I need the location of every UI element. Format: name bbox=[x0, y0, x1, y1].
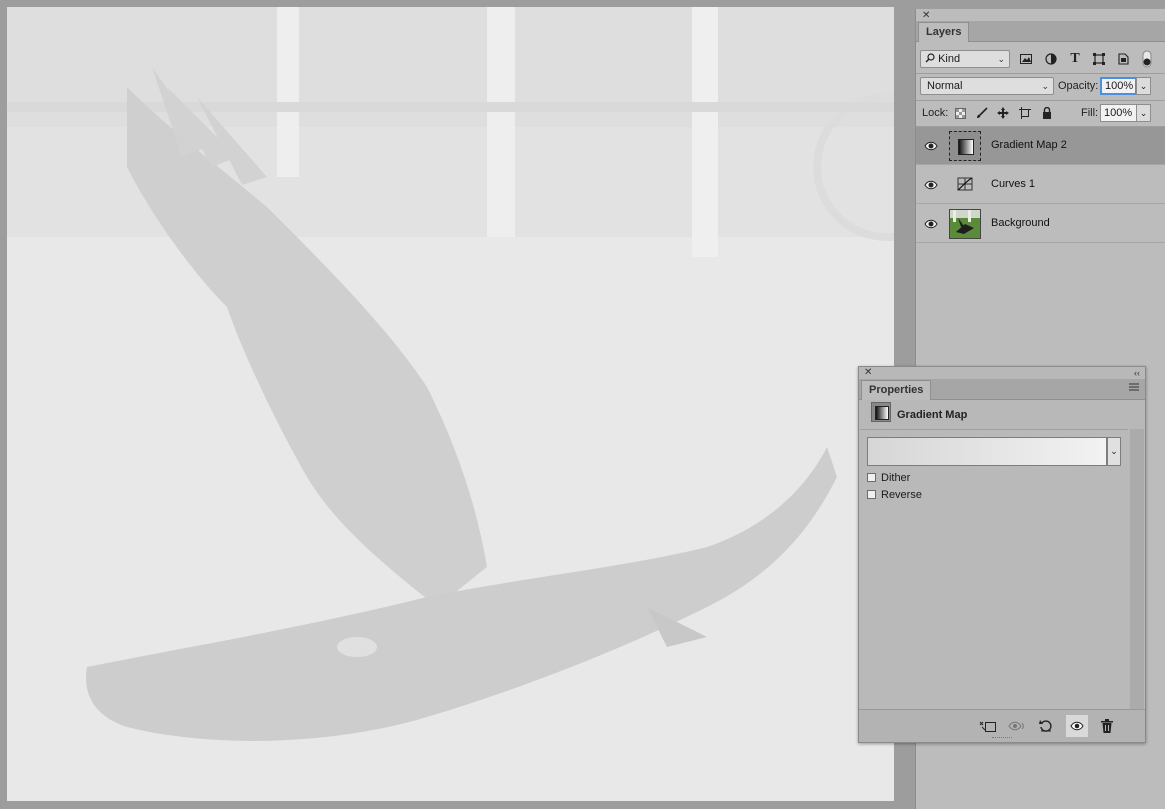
lock-transparent-pixels-icon[interactable] bbox=[951, 104, 969, 122]
shape-filter-icon[interactable] bbox=[1090, 50, 1108, 68]
properties-panel: ✕ ‹‹ Properties Gradient Map ⌄ Dither Re… bbox=[858, 366, 1146, 743]
lock-all-icon[interactable] bbox=[1038, 104, 1056, 122]
eye-icon[interactable] bbox=[924, 139, 938, 153]
curves-thumbnail bbox=[949, 170, 981, 200]
visibility-icon[interactable] bbox=[1066, 715, 1088, 737]
layer-filter-kind-select[interactable]: Kind ⌄ bbox=[920, 50, 1010, 68]
view-previous-state-icon[interactable] bbox=[1006, 715, 1028, 737]
reverse-label: Reverse bbox=[881, 489, 922, 501]
tab-properties[interactable]: Properties bbox=[861, 380, 932, 400]
type-filter-icon[interactable]: T bbox=[1066, 50, 1084, 68]
layer-name: Background bbox=[991, 217, 1050, 229]
clip-to-layer-icon[interactable] bbox=[977, 715, 999, 737]
properties-tabbar: Properties bbox=[859, 379, 1145, 400]
panel-menu-icon[interactable] bbox=[1129, 383, 1139, 391]
divider bbox=[916, 100, 1165, 101]
collapse-panel-icon[interactable]: ‹‹ bbox=[1134, 368, 1140, 378]
gradient-map-thumbnail bbox=[949, 131, 981, 161]
opacity-label: Opacity: bbox=[1058, 80, 1099, 92]
layer-name: Curves 1 bbox=[991, 178, 1036, 190]
layer-row-gradient-map[interactable]: Gradient Map 2 bbox=[916, 127, 1165, 165]
lock-label: Lock: bbox=[922, 107, 949, 119]
blend-mode-select[interactable]: Normal ⌄ bbox=[920, 77, 1054, 95]
opacity-input[interactable]: 100% bbox=[1100, 77, 1137, 95]
dither-label: Dither bbox=[881, 472, 911, 484]
close-panel-icon[interactable]: ✕ bbox=[864, 368, 872, 378]
chevron-down-icon: ⌄ bbox=[997, 54, 1005, 64]
properties-scrollbar[interactable] bbox=[1130, 429, 1144, 709]
gradient-map-icon bbox=[958, 139, 974, 155]
eye-icon[interactable] bbox=[924, 217, 938, 231]
tab-layers[interactable]: Layers bbox=[918, 22, 970, 42]
fill-label: Fill: bbox=[1081, 107, 1099, 119]
fill-slider-button[interactable]: ⌄ bbox=[1136, 104, 1151, 122]
dither-checkbox[interactable] bbox=[867, 473, 876, 482]
resize-grip[interactable] bbox=[992, 737, 1012, 741]
image-filter-icon[interactable] bbox=[1017, 50, 1035, 68]
blend-mode-value: Normal bbox=[927, 80, 963, 92]
reverse-checkbox[interactable] bbox=[867, 490, 876, 499]
layer-name: Gradient Map 2 bbox=[991, 139, 1067, 151]
filter-toggle-icon[interactable] bbox=[1138, 50, 1156, 68]
adjustment-filter-icon[interactable] bbox=[1042, 50, 1060, 68]
layer-row-curves[interactable]: Curves 1 bbox=[916, 166, 1165, 204]
fill-input[interactable]: 100% bbox=[1100, 104, 1137, 122]
smart-object-filter-icon[interactable] bbox=[1114, 50, 1132, 68]
reset-icon[interactable] bbox=[1035, 715, 1057, 737]
eye-icon[interactable] bbox=[924, 178, 938, 192]
search-icon bbox=[925, 53, 935, 63]
filter-kind-label: Kind bbox=[938, 53, 961, 65]
canvas-image bbox=[7, 7, 894, 801]
background-thumbnail bbox=[949, 209, 981, 239]
layer-row-background[interactable]: Background bbox=[916, 205, 1165, 243]
gradient-dropdown-button[interactable]: ⌄ bbox=[1107, 437, 1121, 466]
lock-artboard-icon[interactable] bbox=[1016, 104, 1034, 122]
curves-icon bbox=[957, 177, 973, 191]
properties-title: Gradient Map bbox=[897, 409, 968, 421]
opacity-slider-button[interactable]: ⌄ bbox=[1136, 77, 1151, 95]
close-panel-icon[interactable]: ✕ bbox=[922, 11, 930, 21]
divider bbox=[916, 73, 1165, 74]
gradient-map-icon bbox=[871, 402, 891, 422]
gradient-picker[interactable] bbox=[867, 437, 1107, 466]
layers-tabbar: Layers bbox=[916, 21, 1165, 42]
document-canvas[interactable] bbox=[7, 7, 894, 801]
chevron-down-icon: ⌄ bbox=[1041, 81, 1049, 91]
photo-thumbnail-image bbox=[950, 210, 980, 238]
delete-icon[interactable] bbox=[1096, 715, 1118, 737]
lock-position-icon[interactable] bbox=[994, 104, 1012, 122]
lock-image-pixels-icon[interactable] bbox=[973, 104, 991, 122]
